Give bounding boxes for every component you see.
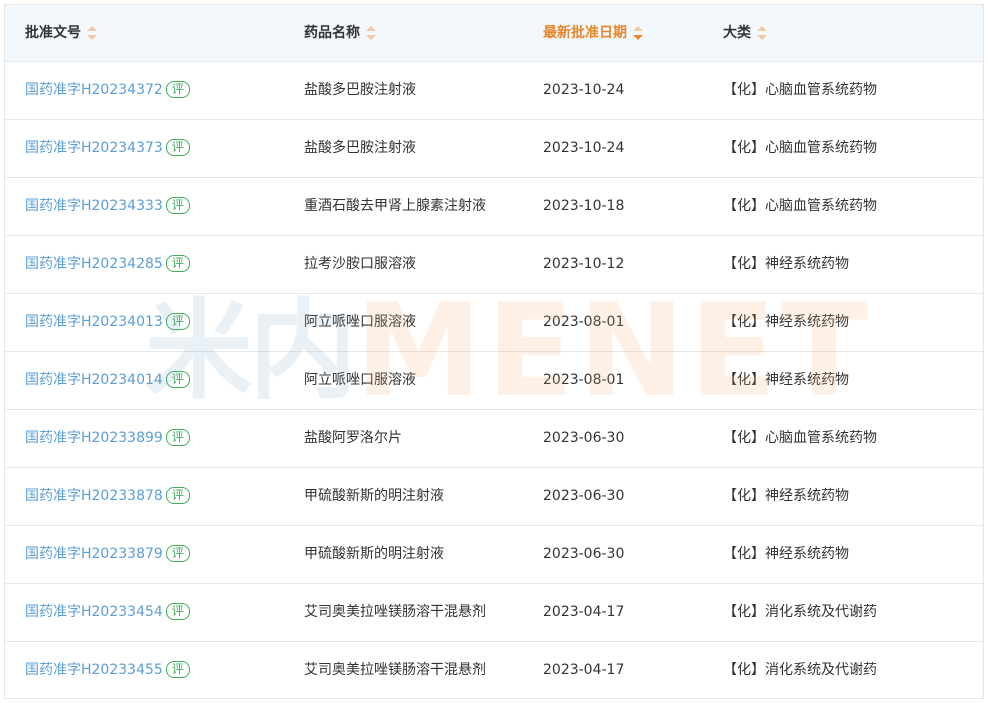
drug-approval-table: 批准文号 药品名称 最新批准日期 大类 国药准字H20234372 评盐酸多巴胺注… (4, 4, 984, 699)
evaluation-badge[interactable]: 评 (165, 660, 190, 678)
drug-name-cell: 甲硫酸新斯的明注射液 (304, 546, 444, 562)
drug-name-cell: 艾司奥美拉唑镁肠溶干混悬剂 (304, 604, 486, 620)
sort-desc-icon[interactable] (633, 26, 643, 40)
approval-no-cell: 国药准字H20234372 评 (25, 62, 190, 119)
table-row: 国药准字H20234285 评 拉考沙胺口服溶液 2023-10-12 【化】神经系统药… (5, 236, 983, 294)
approval-date-cell: 2023-08-01 (543, 314, 625, 330)
sort-icon[interactable] (366, 26, 376, 40)
evaluation-badge[interactable]: 评 (165, 370, 190, 388)
category-cell: 【化】神经系统药物 (723, 372, 849, 388)
approval-no-link[interactable]: 国药准字H20233899 (25, 430, 163, 446)
approval-no-link[interactable]: 国药准字H20233454 (25, 604, 163, 620)
drug-name-cell: 盐酸多巴胺注射液 (304, 140, 416, 156)
approval-no-cell: 国药准字H20233899 评 (25, 410, 190, 467)
category-cell: 【化】消化系统及代谢药 (723, 604, 877, 620)
approval-no-cell: 国药准字H20233454 评 (25, 584, 190, 641)
category-cell: 【化】心脑血管系统药物 (723, 430, 877, 446)
approval-no-link[interactable]: 国药准字H20234285 (25, 256, 163, 272)
approval-no-cell: 国药准字H20234373 评 (25, 120, 190, 177)
approval-date-cell: 2023-10-18 (543, 198, 625, 214)
column-header-drug-name[interactable]: 药品名称 (304, 5, 376, 61)
table-row: 国药准字H20234014 评 阿立哌唑口服溶液 2023-08-01 【化】神经系统药… (5, 352, 983, 410)
table-row: 国药准字H20233878 评 甲硫酸新斯的明注射液 2023-06-30 【化】神经系… (5, 468, 983, 526)
column-header-approval-date[interactable]: 最新批准日期 (543, 5, 643, 61)
table-row: 国药准字H20233454 评 艾司奥美拉唑镁肠溶干混悬剂 2023-04-17 【化】… (5, 584, 983, 642)
drug-name-cell: 阿立哌唑口服溶液 (304, 372, 416, 388)
approval-date-cell: 2023-10-24 (543, 82, 625, 98)
approval-no-link[interactable]: 国药准字H20234013 (25, 314, 163, 330)
table-row: 国药准字H20233879 评 甲硫酸新斯的明注射液 2023-06-30 【化】神经系… (5, 526, 983, 584)
approval-date-cell: 2023-06-30 (543, 546, 625, 562)
approval-date-cell: 2023-04-17 (543, 604, 625, 620)
category-cell: 【化】神经系统药物 (723, 546, 849, 562)
table-body: 国药准字H20234372 评盐酸多巴胺注射液 2023-10-24 【化】心脑血管系… (5, 62, 983, 700)
evaluation-badge[interactable]: 评 (165, 138, 190, 156)
evaluation-badge[interactable]: 评 (165, 602, 190, 620)
approval-no-cell: 国药准字H20234013 评 (25, 294, 190, 351)
approval-date-cell: 2023-04-17 (543, 662, 625, 678)
approval-no-link[interactable]: 国药准字H20233455 (25, 662, 163, 678)
evaluation-badge[interactable]: 评 (165, 312, 190, 330)
approval-no-link[interactable]: 国药准字H20234373 (25, 140, 163, 156)
drug-name-cell: 盐酸多巴胺注射液 (304, 82, 416, 98)
evaluation-badge[interactable]: 评 (165, 196, 190, 214)
table-row: 国药准字H20234373 评 盐酸多巴胺注射液 2023-10-24 【化】心脑血管系… (5, 120, 983, 178)
evaluation-badge[interactable]: 评 (165, 544, 190, 562)
category-cell: 【化】心脑血管系统药物 (723, 198, 877, 214)
approval-no-link[interactable]: 国药准字H20233879 (25, 546, 163, 562)
table-row: 国药准字H20234372 评 盐酸多巴胺注射液 2023-10-24 【化】心脑血管系… (5, 62, 983, 120)
category-cell: 【化】心脑血管系统药物 (723, 82, 877, 98)
category-cell: 【化】神经系统药物 (723, 314, 849, 330)
approval-no-cell: 国药准字H20233879 评 (25, 526, 190, 583)
column-header-category[interactable]: 大类 (723, 5, 767, 61)
category-cell: 【化】神经系统药物 (723, 488, 849, 504)
approval-date-cell: 2023-06-30 (543, 488, 625, 504)
approval-no-cell: 国药准字H20234333 评 (25, 178, 190, 235)
approval-date-cell: 2023-10-12 (543, 256, 625, 272)
approval-date-cell: 2023-08-01 (543, 372, 625, 388)
evaluation-badge[interactable]: 评 (165, 80, 190, 98)
table-row: 国药准字H20233899 评 盐酸阿罗洛尔片 2023-06-30 【化】心脑血管系统… (5, 410, 983, 468)
approval-date-cell: 2023-10-24 (543, 140, 625, 156)
approval-no-link[interactable]: 国药准字H20234014 (25, 372, 163, 388)
approval-no-link[interactable]: 国药准字H20233878 (25, 488, 163, 504)
approval-no-cell: 国药准字H20234285 评 (25, 236, 190, 293)
evaluation-badge[interactable]: 评 (165, 486, 190, 504)
table-row: 国药准字H20234013 评 阿立哌唑口服溶液 2023-08-01 【化】神经系统药… (5, 294, 983, 352)
sort-icon[interactable] (757, 26, 767, 40)
table-header: 批准文号 药品名称 最新批准日期 大类 (5, 5, 983, 62)
sort-icon[interactable] (87, 26, 97, 40)
drug-name-cell: 拉考沙胺口服溶液 (304, 256, 416, 272)
approval-no-cell: 国药准字H20233455 评 (25, 642, 190, 699)
table-row: 国药准字H20233455 评 艾司奥美拉唑镁肠溶干混悬剂 2023-04-17 【化】… (5, 642, 983, 700)
approval-no-link[interactable]: 国药准字H20234372 (25, 82, 163, 98)
drug-name-cell: 艾司奥美拉唑镁肠溶干混悬剂 (304, 662, 486, 678)
evaluation-badge[interactable]: 评 (165, 254, 190, 272)
drug-name-cell: 重酒石酸去甲肾上腺素注射液 (304, 198, 486, 214)
approval-no-link[interactable]: 国药准字H20234333 (25, 198, 163, 214)
table-row: 国药准字H20234333 评 重酒石酸去甲肾上腺素注射液 2023-10-18 【化】… (5, 178, 983, 236)
column-header-approval-no[interactable]: 批准文号 (25, 5, 97, 61)
approval-no-cell: 国药准字H20233878 评 (25, 468, 190, 525)
approval-date-cell: 2023-06-30 (543, 430, 625, 446)
evaluation-badge[interactable]: 评 (165, 428, 190, 446)
drug-name-cell: 阿立哌唑口服溶液 (304, 314, 416, 330)
drug-name-cell: 盐酸阿罗洛尔片 (304, 430, 402, 446)
category-cell: 【化】神经系统药物 (723, 256, 849, 272)
category-cell: 【化】心脑血管系统药物 (723, 140, 877, 156)
drug-name-cell: 甲硫酸新斯的明注射液 (304, 488, 444, 504)
approval-no-cell: 国药准字H20234014 评 (25, 352, 190, 409)
category-cell: 【化】消化系统及代谢药 (723, 662, 877, 678)
